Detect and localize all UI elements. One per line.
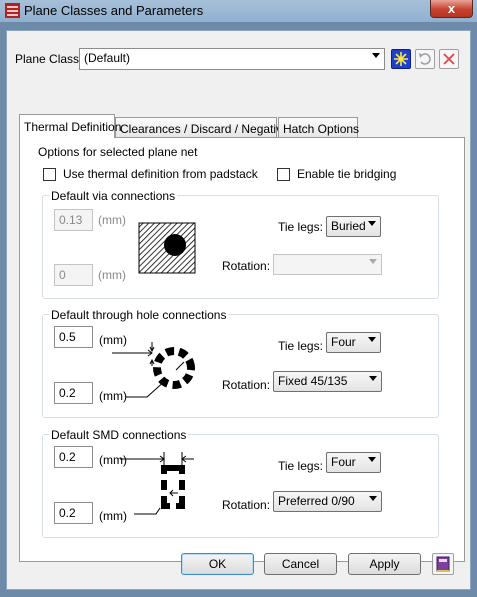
use-padstack-label: Use thermal definition from padstack [63, 167, 258, 181]
tab-hatch-options[interactable]: Hatch Options [278, 117, 360, 137]
delete-icon [443, 53, 455, 65]
star-icon [394, 52, 408, 66]
new-class-button[interactable] [391, 49, 411, 69]
plane-class-label: Plane Class: [15, 52, 83, 66]
tab-label: Thermal Definition [24, 120, 122, 134]
through-rotation-label: Rotation: [222, 378, 271, 392]
plane-class-select[interactable]: (Default) [79, 48, 385, 70]
options-title: Options for selected plane net [38, 145, 198, 159]
close-icon: x [447, 1, 456, 16]
via-unit1: (mm) [98, 213, 126, 227]
via-thermal-preview-icon [138, 222, 196, 274]
through-tie-legs-label: Tie legs: [278, 339, 323, 353]
smd-tie-legs-label: Tie legs: [278, 459, 323, 473]
via-tie-legs-select[interactable]: Buried [326, 216, 381, 237]
undo-button[interactable] [415, 49, 435, 69]
through-value2-input[interactable]: 0.2 [54, 382, 93, 404]
via-group-title: Default via connections [49, 189, 178, 203]
help-book-icon [436, 556, 450, 572]
tab-clearances[interactable]: Clearances / Discard / Negative [115, 117, 289, 137]
through-rotation-value: Fixed 45/135 [278, 374, 348, 388]
chevron-down-icon [369, 259, 377, 264]
chevron-down-icon [369, 376, 377, 381]
ok-button[interactable]: OK [181, 553, 254, 575]
via-rotation-label: Rotation: [222, 259, 271, 273]
chevron-down-icon [368, 221, 376, 226]
via-rotation-select[interactable] [273, 254, 382, 275]
tie-bridging-checkbox[interactable] [277, 168, 290, 181]
via-value1-input[interactable]: 0.13 [54, 209, 93, 231]
through-rotation-select[interactable]: Fixed 45/135 [273, 371, 382, 392]
use-padstack-checkbox[interactable] [43, 168, 56, 181]
tab-label: Clearances / Discard / Negative [120, 122, 289, 136]
chevron-down-icon [368, 457, 376, 462]
plane-class-value: (Default) [84, 51, 131, 65]
smd-value1-input[interactable]: 0.2 [54, 446, 93, 468]
via-tie-legs-value: Buried [331, 219, 366, 233]
dialog-body: Plane Class: (Default) Thermal Definitio… [6, 30, 471, 590]
through-tie-legs-value: Four [331, 335, 356, 349]
help-button[interactable] [432, 553, 454, 575]
title-bar: Plane Classes and Parameters x [0, 0, 477, 22]
tab-panel: Options for selected plane net Use therm… [19, 137, 465, 562]
smd-thermal-icon [120, 452, 194, 515]
cancel-button[interactable]: Cancel [264, 553, 337, 575]
delete-button[interactable] [439, 49, 459, 69]
smd-group-title: Default SMD connections [49, 428, 189, 442]
through-tie-legs-select[interactable]: Four [326, 332, 381, 353]
smd-tie-legs-value: Four [331, 455, 356, 469]
undo-icon [419, 53, 431, 65]
smd-rotation-select[interactable]: Preferred 0/90 [273, 491, 382, 512]
tab-label: Hatch Options [283, 122, 360, 136]
close-button[interactable]: x [430, 0, 473, 18]
via-unit2: (mm) [98, 268, 126, 282]
apply-button[interactable]: Apply [348, 553, 421, 575]
tab-thermal-definition[interactable]: Thermal Definition [19, 114, 121, 138]
via-group [42, 195, 439, 299]
chevron-down-icon [368, 337, 376, 342]
smd-rotation-value: Preferred 0/90 [278, 494, 355, 508]
window-title: Plane Classes and Parameters [24, 3, 204, 18]
smd-rotation-label: Rotation: [222, 498, 271, 512]
via-tie-legs-label: Tie legs: [278, 220, 323, 234]
through-group-title: Default through hole connections [49, 308, 229, 322]
via-value2-input[interactable]: 0 [54, 264, 93, 286]
app-icon [5, 3, 20, 18]
smd-tie-legs-select[interactable]: Four [326, 452, 381, 473]
through-value1-input[interactable]: 0.5 [54, 326, 93, 348]
chevron-down-icon [372, 53, 380, 58]
tie-bridging-label: Enable tie bridging [297, 167, 397, 181]
smd-value2-input[interactable]: 0.2 [54, 502, 93, 524]
through-hole-thermal-icon [112, 342, 195, 398]
chevron-down-icon [369, 496, 377, 501]
